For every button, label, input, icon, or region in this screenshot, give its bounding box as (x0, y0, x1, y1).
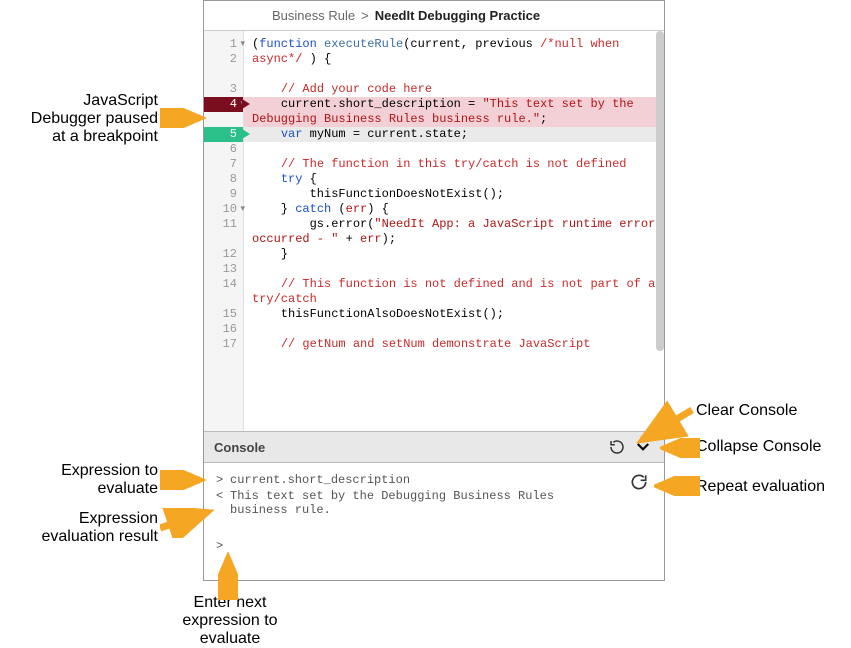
code-editor[interactable]: 1▾ 2 3 4▾ 5 6 7 8 9 10▾ 11 12 13 14 15 1… (204, 31, 664, 431)
console-prompt-prefix: > (216, 539, 230, 553)
annotation-clear: Clear Console (696, 402, 797, 420)
breadcrumb-sep: > (361, 8, 369, 23)
code-line[interactable]: // Add your code here (244, 82, 664, 97)
code-line[interactable]: thisFunctionAlsoDoesNotExist(); (244, 307, 664, 322)
code-line[interactable] (244, 142, 664, 157)
fold-icon[interactable]: ▾ (240, 202, 245, 217)
code-line[interactable] (244, 262, 664, 277)
breakpoint-line-number: 4▾ (204, 97, 243, 112)
code-line[interactable] (244, 322, 664, 337)
code-line-step[interactable]: var myNum = current.state; (244, 127, 664, 142)
console-input-prefix: > (216, 473, 230, 487)
breadcrumb: Business Rule > NeedIt Debugging Practic… (204, 1, 664, 31)
code-line[interactable]: } catch (err) { (244, 202, 664, 217)
line-number: 14 (204, 277, 243, 292)
debugger-panel: Business Rule > NeedIt Debugging Practic… (203, 0, 665, 581)
code-line[interactable]: // getNum and setNum demonstrate JavaScr… (244, 337, 664, 352)
line-number: 3 (204, 82, 243, 97)
console-input-row: > current.short_description (216, 473, 596, 487)
line-number: 12 (204, 247, 243, 262)
code-line[interactable]: gs.error("NeedIt App: a JavaScript runti… (244, 217, 664, 247)
execution-marker-icon (242, 127, 252, 142)
code-line[interactable]: } (244, 247, 664, 262)
annotation-result: Expression evaluation result (18, 510, 158, 546)
console-prompt-input[interactable] (230, 539, 596, 553)
line-number: 11 (204, 217, 243, 232)
console-output-row: < This text set by the Debugging Busines… (216, 489, 596, 517)
breakpoint-marker-icon (242, 97, 252, 112)
repeat-evaluation-button[interactable] (628, 471, 650, 493)
step-line-number: 5 (204, 127, 243, 142)
arrow-icon (160, 108, 208, 128)
fold-icon[interactable]: ▾ (240, 37, 245, 52)
line-number: 17 (204, 337, 243, 352)
code-line[interactable]: // The function in this try/catch is not… (244, 157, 664, 172)
refresh-icon (608, 438, 626, 456)
line-gutter[interactable]: 1▾ 2 3 4▾ 5 6 7 8 9 10▾ 11 12 13 14 15 1… (204, 31, 244, 431)
line-number: 7 (204, 157, 243, 172)
code-line[interactable]: // This function is not defined and is n… (244, 277, 664, 307)
code-line[interactable]: (function executeRule(current, previous … (244, 37, 664, 67)
console-output-prefix: < (216, 489, 230, 517)
arrow-icon (160, 508, 218, 538)
annotation-collapse: Collapse Console (696, 438, 821, 456)
console-output-text: This text set by the Debugging Business … (230, 489, 596, 517)
line-number: 13 (204, 262, 243, 277)
code-line[interactable] (244, 67, 664, 82)
breadcrumb-root: Business Rule (272, 8, 355, 23)
arrow-icon (160, 470, 208, 490)
code-body[interactable]: (function executeRule(current, previous … (244, 31, 664, 431)
editor-scrollbar[interactable] (656, 31, 664, 351)
line-number: 10▾ (204, 202, 243, 217)
arrow-icon (218, 552, 238, 600)
annotation-expression: Expression to evaluate (18, 462, 158, 498)
console-title: Console (214, 440, 602, 455)
clear-console-button[interactable] (606, 436, 628, 458)
code-line[interactable]: thisFunctionDoesNotExist(); (244, 187, 664, 202)
line-number: 6 (204, 142, 243, 157)
annotation-repeat: Repeat evaluation (696, 478, 825, 496)
replay-icon (629, 472, 649, 492)
line-number: 1▾ (204, 37, 243, 52)
line-number: 9 (204, 187, 243, 202)
annotation-next: Enter next expression to evaluate (160, 594, 300, 648)
arrow-icon (660, 438, 700, 458)
console-prompt-row[interactable]: > (216, 539, 596, 553)
code-line[interactable]: try { (244, 172, 664, 187)
console-input-text: current.short_description (230, 473, 596, 487)
console-body[interactable]: > current.short_description < This text … (204, 463, 664, 565)
line-number: 16 (204, 322, 243, 337)
arrow-icon (654, 476, 700, 496)
breadcrumb-name: NeedIt Debugging Practice (375, 8, 540, 23)
line-number: 15 (204, 307, 243, 322)
annotation-breakpoint: JavaScript Debugger paused at a breakpoi… (18, 92, 158, 146)
console-header: Console (204, 431, 664, 463)
code-line-breakpoint[interactable]: current.short_description = "This text s… (244, 97, 664, 127)
line-number: 2 (204, 52, 243, 67)
line-number: 8 (204, 172, 243, 187)
